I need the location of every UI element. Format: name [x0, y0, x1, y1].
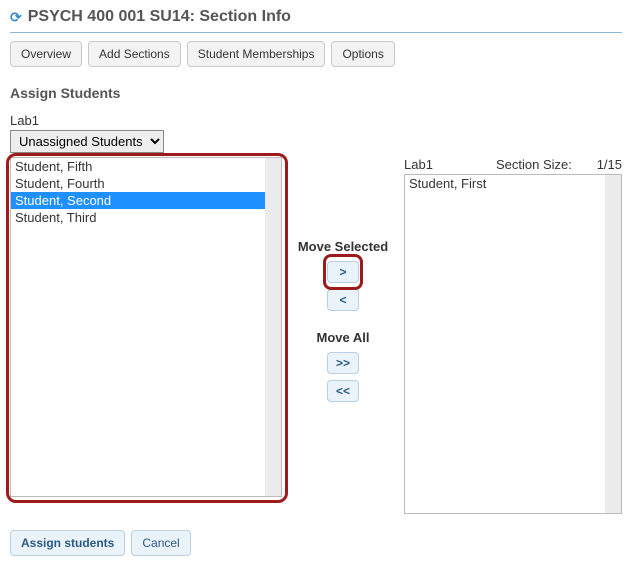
- list-item[interactable]: Student, Fifth: [11, 158, 281, 175]
- move-right-button[interactable]: >: [327, 261, 359, 283]
- tab-options[interactable]: Options: [331, 41, 394, 67]
- tab-add-sections[interactable]: Add Sections: [88, 41, 181, 67]
- page-title-text: PSYCH 400 001 SU14: Section Info: [28, 8, 291, 26]
- move-all-left-button[interactable]: <<: [327, 380, 359, 402]
- move-left-button[interactable]: <: [327, 289, 359, 311]
- assigned-section-label: Lab1: [404, 157, 496, 172]
- section-size-label: Section Size:: [496, 157, 586, 172]
- tab-overview[interactable]: Overview: [10, 41, 82, 67]
- assign-students-heading: Assign Students: [10, 85, 622, 101]
- left-section-label: Lab1: [10, 113, 622, 128]
- available-students-listbox[interactable]: Student, FifthStudent, FourthStudent, Se…: [10, 157, 282, 497]
- tab-student-memberships[interactable]: Student Memberships: [187, 41, 326, 67]
- move-controls: Move Selected > < Move All >> <<: [290, 157, 396, 405]
- list-item[interactable]: Student, Fourth: [11, 175, 281, 192]
- list-item[interactable]: Student, Third: [11, 209, 281, 226]
- section-size-value: 1/15: [586, 157, 622, 172]
- move-all-label: Move All: [317, 330, 370, 345]
- list-item[interactable]: Student, First: [405, 175, 621, 192]
- assign-students-button[interactable]: Assign students: [10, 530, 125, 556]
- unassigned-students-select[interactable]: Unassigned Students: [10, 130, 164, 153]
- refresh-icon: ⟳: [10, 9, 22, 26]
- scrollbar[interactable]: [605, 175, 621, 513]
- list-item[interactable]: Student, Second: [11, 192, 281, 209]
- page-title: ⟳ PSYCH 400 001 SU14: Section Info: [10, 8, 622, 33]
- scrollbar[interactable]: [265, 158, 281, 496]
- cancel-button[interactable]: Cancel: [131, 530, 190, 556]
- move-all-right-button[interactable]: >>: [327, 352, 359, 374]
- footer-actions: Assign students Cancel: [10, 530, 622, 556]
- assigned-students-listbox[interactable]: Student, First: [404, 174, 622, 514]
- move-selected-label: Move Selected: [298, 239, 388, 254]
- assigned-header: Lab1 Section Size: 1/15: [404, 157, 622, 172]
- tab-bar: Overview Add Sections Student Membership…: [10, 41, 622, 67]
